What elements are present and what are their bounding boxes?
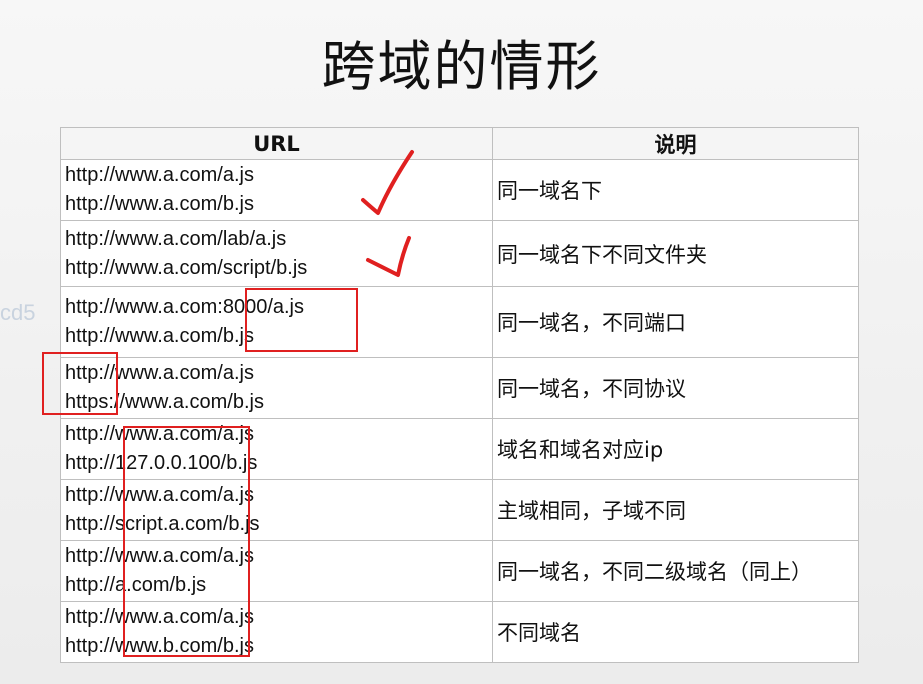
url-first: http://www.a.com/a.js: [65, 545, 254, 567]
table-row: http://www.a.com/a.js http://127.0.0.100…: [60, 418, 859, 480]
url-first: http://www.a.com/lab/a.js: [65, 227, 287, 250]
slide-title: 跨域的情形: [321, 35, 602, 98]
url-second: http://www.a.com/b.js: [65, 325, 254, 347]
url-cell: http://www.a.com/a.js http://script.a.co…: [60, 479, 493, 541]
header-description: 说明: [492, 127, 859, 160]
description-cell: 同一域名，不同端口: [492, 286, 859, 358]
url-second: http://a.com/b.js: [65, 574, 207, 596]
url-second: http://www.a.com/b.js: [65, 193, 254, 215]
table-row: http://www.a.com/a.js http://script.a.co…: [60, 479, 859, 541]
url-cell: http://www.a.com:8000/a.js http://www.a.…: [60, 286, 493, 358]
url-second: http://script.a.com/b.js: [65, 513, 260, 535]
url-second: https://www.a.com/b.js: [65, 391, 264, 413]
url-cell: http://www.a.com/a.js http://a.com/b.js: [60, 540, 493, 602]
url-cell: http://www.a.com/lab/a.js http://www.a.c…: [60, 220, 493, 287]
url-first: http://www.a.com:8000/a.js: [65, 296, 305, 318]
table-row: http://www.a.com/lab/a.js http://www.a.c…: [60, 220, 859, 287]
url-first: http://www.a.com/a.js: [65, 164, 254, 186]
url-first: http://www.a.com/a.js: [65, 423, 254, 445]
description-cell: 同一域名，不同二级域名（同上）: [492, 540, 859, 602]
description-cell: 主域相同，子域不同: [492, 479, 859, 541]
description-cell: 域名和域名对应ip: [492, 418, 859, 480]
url-first: http://www.a.com/a.js: [65, 606, 254, 628]
table-row: http://www.a.com:8000/a.js http://www.a.…: [60, 286, 859, 358]
cors-table: URL 说明 http://www.a.com/a.js http://www.…: [60, 127, 859, 663]
description-cell: 同一域名，不同协议: [492, 357, 859, 419]
url-cell: http://www.a.com/a.js http://www.b.com/b…: [60, 601, 493, 663]
url-second: http://127.0.0.100/b.js: [65, 452, 258, 474]
url-second: http://www.a.com/script/b.js: [65, 256, 308, 279]
description-cell: 同一域名下: [492, 159, 859, 221]
table-row: http://www.a.com/a.js https://www.a.com/…: [60, 357, 859, 419]
side-text: cd5: [0, 300, 36, 325]
table-row: http://www.a.com/a.js http://a.com/b.js …: [60, 540, 859, 602]
url-first: http://www.a.com/a.js: [65, 484, 254, 506]
url-cell: http://www.a.com/a.js http://www.a.com/b…: [60, 159, 493, 221]
description-cell: 不同域名: [492, 601, 859, 663]
table-header-row: URL 说明: [60, 127, 859, 160]
url-cell: http://www.a.com/a.js http://127.0.0.100…: [60, 418, 493, 480]
url-second: http://www.b.com/b.js: [65, 635, 254, 657]
description-cell: 同一域名下不同文件夹: [492, 220, 859, 287]
url-cell: http://www.a.com/a.js https://www.a.com/…: [60, 357, 493, 419]
header-url: URL: [60, 127, 493, 160]
table-row: http://www.a.com/a.js http://www.b.com/b…: [60, 601, 859, 663]
url-first: http://www.a.com/a.js: [65, 362, 254, 384]
table-row: http://www.a.com/a.js http://www.a.com/b…: [60, 159, 859, 221]
